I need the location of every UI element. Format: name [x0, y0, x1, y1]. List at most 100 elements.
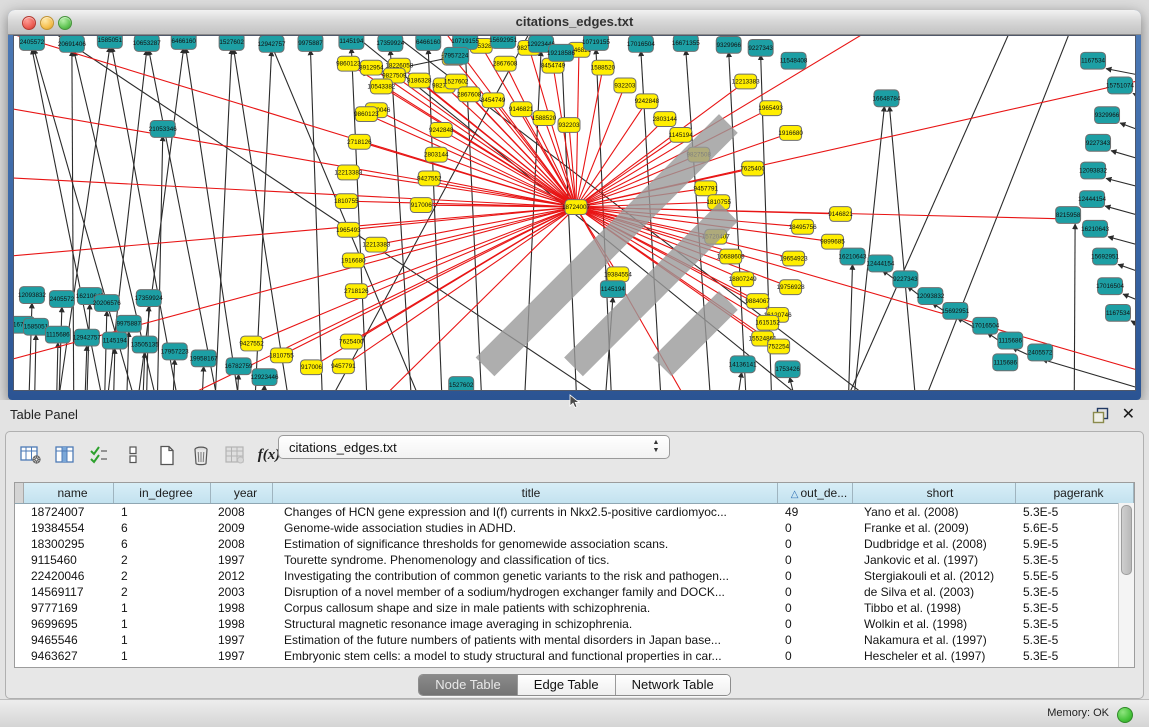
table-cell[interactable]: 2012: [210, 568, 272, 584]
table-cell[interactable]: 22420046: [23, 568, 113, 584]
table-settings-icon[interactable]: [16, 441, 46, 469]
table-cell[interactable]: 0: [777, 568, 852, 584]
table-cell[interactable]: 0: [777, 536, 852, 552]
table-cell[interactable]: Wolkin et al. (1998): [852, 616, 1015, 632]
float-panel-icon[interactable]: [1092, 407, 1109, 424]
table-cell[interactable]: Nakamura et al. (1997): [852, 632, 1015, 648]
table-cell[interactable]: Corpus callosum shape and size in male p…: [272, 600, 777, 616]
table-cell[interactable]: 0: [777, 552, 852, 568]
table-cell[interactable]: 9777169: [23, 600, 113, 616]
table-cell[interactable]: 5.9E-5: [1015, 536, 1134, 552]
table-cell[interactable]: Embryonic stem cells: a model to study s…: [272, 648, 777, 664]
column-visibility-icon[interactable]: [50, 441, 80, 469]
table-cell[interactable]: 1997: [210, 648, 272, 664]
table-row[interactable]: 1830029562008Estimation of significance …: [15, 536, 1134, 552]
table-row[interactable]: 1456911722003Disruption of a novel membe…: [15, 584, 1134, 600]
table-cell[interactable]: Estimation of the future numbers of pati…: [272, 632, 777, 648]
table-cell[interactable]: 0: [777, 584, 852, 600]
table-cell[interactable]: 5.3E-5: [1015, 616, 1134, 632]
table-cell[interactable]: Disruption of a novel member of a sodium…: [272, 584, 777, 600]
column-header-name[interactable]: name: [24, 483, 114, 503]
network-canvas[interactable]: 9860123891295418226058982750910543382818…: [13, 35, 1136, 391]
tab-node-table[interactable]: Node Table: [419, 675, 518, 695]
table-row[interactable]: 1872400712008Changes of HCN gene express…: [15, 504, 1134, 520]
table-cell[interactable]: 0: [777, 616, 852, 632]
table-cell[interactable]: 9465546: [23, 632, 113, 648]
column-header-year[interactable]: year: [211, 483, 273, 503]
close-panel-icon[interactable]: ✕: [1122, 404, 1135, 426]
table-cell[interactable]: 1: [113, 504, 210, 520]
table-cell[interactable]: 9115460: [23, 552, 113, 568]
resize-grip-icon[interactable]: [13, 35, 1134, 389]
table-cell[interactable]: 0: [777, 648, 852, 664]
table-cell[interactable]: 1998: [210, 616, 272, 632]
table-cell[interactable]: 5.3E-5: [1015, 584, 1134, 600]
table-cell[interactable]: Hescheler et al. (1997): [852, 648, 1015, 664]
window-titlebar[interactable]: citations_edges.txt: [8, 10, 1141, 35]
tab-network-table[interactable]: Network Table: [616, 675, 730, 695]
table-cell[interactable]: 2009: [210, 520, 272, 536]
table-cell[interactable]: Structural magnetic resonance image aver…: [272, 616, 777, 632]
table-cell[interactable]: 5.6E-5: [1015, 520, 1134, 536]
table-row[interactable]: 1938455462009Genome-wide association stu…: [15, 520, 1134, 536]
table-selector-dropdown[interactable]: citations_edges.txt ▲▼: [278, 435, 670, 459]
table-row[interactable]: 946554611997Estimation of the future num…: [15, 632, 1134, 648]
table-cell[interactable]: Franke et al. (2009): [852, 520, 1015, 536]
table-cell[interactable]: Investigating the contribution of common…: [272, 568, 777, 584]
table-cell[interactable]: 1997: [210, 552, 272, 568]
column-header-short[interactable]: short: [853, 483, 1016, 503]
table-cell[interactable]: 5.3E-5: [1015, 552, 1134, 568]
table-row[interactable]: 911546021997Tourette syndrome. Phenomeno…: [15, 552, 1134, 568]
table-cell[interactable]: 2: [113, 568, 210, 584]
table-cell[interactable]: 6: [113, 536, 210, 552]
table-cell[interactable]: 6: [113, 520, 210, 536]
table-cell[interactable]: 2: [113, 552, 210, 568]
table-row[interactable]: 969969511998Structural magnetic resonanc…: [15, 616, 1134, 632]
table-cell[interactable]: Genome-wide association studies in ADHD.: [272, 520, 777, 536]
table-cell[interactable]: 49: [777, 504, 852, 520]
table-cell[interactable]: Tourette syndrome. Phenomenology and cla…: [272, 552, 777, 568]
table-scrollbar-thumb[interactable]: [1121, 505, 1132, 575]
table-cell[interactable]: 5.5E-5: [1015, 568, 1134, 584]
table-cell[interactable]: 18300295: [23, 536, 113, 552]
table-cell[interactable]: 18724007: [23, 504, 113, 520]
table-cell[interactable]: 1997: [210, 632, 272, 648]
create-table-icon[interactable]: [152, 441, 182, 469]
table-cell[interactable]: 0: [777, 520, 852, 536]
column-header-in_degree[interactable]: in_degree: [114, 483, 211, 503]
table-row[interactable]: 946362711997Embryonic stem cells: a mode…: [15, 648, 1134, 664]
table-cell[interactable]: 5.3E-5: [1015, 648, 1134, 664]
table-cell[interactable]: 2008: [210, 504, 272, 520]
table-cell[interactable]: Yano et al. (2008): [852, 504, 1015, 520]
table-cell[interactable]: 9699695: [23, 616, 113, 632]
table-cell[interactable]: 2003: [210, 584, 272, 600]
table-cell[interactable]: 19384554: [23, 520, 113, 536]
table-cell[interactable]: 0: [777, 600, 852, 616]
table-cell[interactable]: Jankovic et al. (1997): [852, 552, 1015, 568]
table-cell[interactable]: Estimation of significance thresholds fo…: [272, 536, 777, 552]
column-header-out_de[interactable]: △out_de...: [778, 483, 853, 503]
table-row[interactable]: 2242004622012Investigating the contribut…: [15, 568, 1134, 584]
import-table-icon[interactable]: [220, 441, 250, 469]
column-header-title[interactable]: title: [273, 483, 778, 503]
table-cell[interactable]: Tibbo et al. (1998): [852, 600, 1015, 616]
table-row[interactable]: 977716911998Corpus callosum shape and si…: [15, 600, 1134, 616]
table-cell[interactable]: de Silva et al. (2003): [852, 584, 1015, 600]
table-cell[interactable]: 5.3E-5: [1015, 600, 1134, 616]
table-cell[interactable]: 0: [777, 632, 852, 648]
memory-status-icon[interactable]: [1117, 707, 1133, 723]
column-header-pagerank[interactable]: pagerank: [1016, 483, 1134, 503]
tab-edge-table[interactable]: Edge Table: [518, 675, 616, 695]
table-cell[interactable]: 1: [113, 616, 210, 632]
table-cell[interactable]: 2: [113, 584, 210, 600]
table-cell[interactable]: 1: [113, 648, 210, 664]
table-cell[interactable]: 1998: [210, 600, 272, 616]
table-cell[interactable]: 2008: [210, 536, 272, 552]
table-cell[interactable]: 1: [113, 632, 210, 648]
table-cell[interactable]: 9463627: [23, 648, 113, 664]
row-options-icon[interactable]: [118, 441, 148, 469]
table-cell[interactable]: 5.3E-5: [1015, 504, 1134, 520]
delete-table-icon[interactable]: [186, 441, 216, 469]
table-cell[interactable]: 14569117: [23, 584, 113, 600]
table-cell[interactable]: Changes of HCN gene expression and I(f) …: [272, 504, 777, 520]
